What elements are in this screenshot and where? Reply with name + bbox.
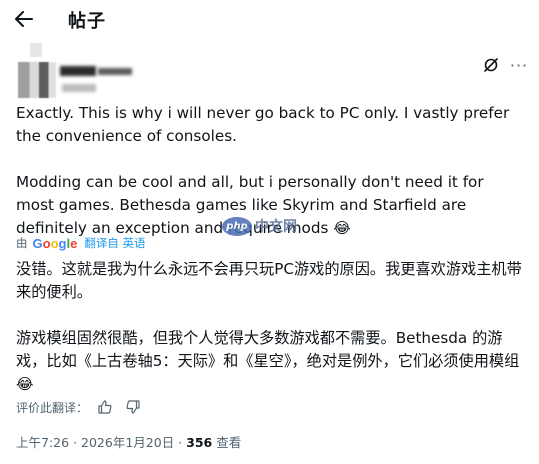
translated-paragraph-1: 没错。这就是我为什么永远不会再只玩PC游戏的原因。我更喜欢游戏主机带来的便利。 <box>16 260 522 301</box>
page-title: 帖子 <box>68 11 106 32</box>
thumbs-down-icon <box>126 400 140 414</box>
author-handle-blurred[interactable] <box>62 84 96 92</box>
back-button[interactable] <box>10 6 38 32</box>
thumbs-down-button[interactable] <box>122 398 144 416</box>
thumbs-up-icon <box>98 400 112 414</box>
translated-by-label: 由 <box>16 236 28 250</box>
google-logo: Google <box>32 235 78 251</box>
avatar-blur-top <box>30 43 42 57</box>
laughing-emoji-icon: 😂 <box>333 219 351 237</box>
translated-from-link[interactable]: 翻译自 英语 <box>84 235 145 251</box>
translation-attribution: 由 Google 翻译自 英语 <box>16 235 146 251</box>
post-date[interactable]: 2026年1月20日 <box>81 435 174 450</box>
arrow-left-icon <box>15 11 33 27</box>
post-meta: 上午7:26 · 2026年1月20日 · 356 查看 <box>16 432 241 451</box>
separator: · <box>73 435 78 450</box>
more-dots-icon: ··· <box>509 55 529 75</box>
post-paragraph-1: Exactly. This is why i will never go bac… <box>16 104 510 145</box>
views-count: 356 <box>186 435 213 450</box>
more-options-button[interactable]: ··· <box>508 54 530 76</box>
translated-text: 没错。这就是我为什么永远不会再只玩PC游戏的原因。我更喜欢游戏主机带来的便利。 … <box>16 258 526 396</box>
post-time[interactable]: 上午7:26 <box>16 435 69 450</box>
avatar[interactable] <box>18 62 56 98</box>
rate-translation: 评价此翻译： <box>16 398 144 416</box>
thumbs-up-button[interactable] <box>94 398 116 416</box>
views-label: 查看 <box>216 435 242 450</box>
php-logo: php <box>222 216 252 236</box>
separator: · <box>178 435 183 450</box>
php-watermark: php 中文网 <box>222 216 297 236</box>
grok-icon <box>484 58 498 72</box>
rate-translation-label: 评价此翻译： <box>16 400 89 415</box>
author-name-blurred-2 <box>98 68 132 75</box>
watermark-text: 中文网 <box>255 219 297 235</box>
translated-paragraph-2: 游戏模组固然很酷，但我个人觉得大多数游戏都不需要。Bethesda 的游戏，比如… <box>16 327 526 396</box>
top-bar: 帖子 <box>0 0 539 38</box>
laughing-emoji-icon: 😂 <box>16 375 34 393</box>
grok-button[interactable] <box>480 54 502 76</box>
author-name-blurred[interactable] <box>60 66 96 76</box>
